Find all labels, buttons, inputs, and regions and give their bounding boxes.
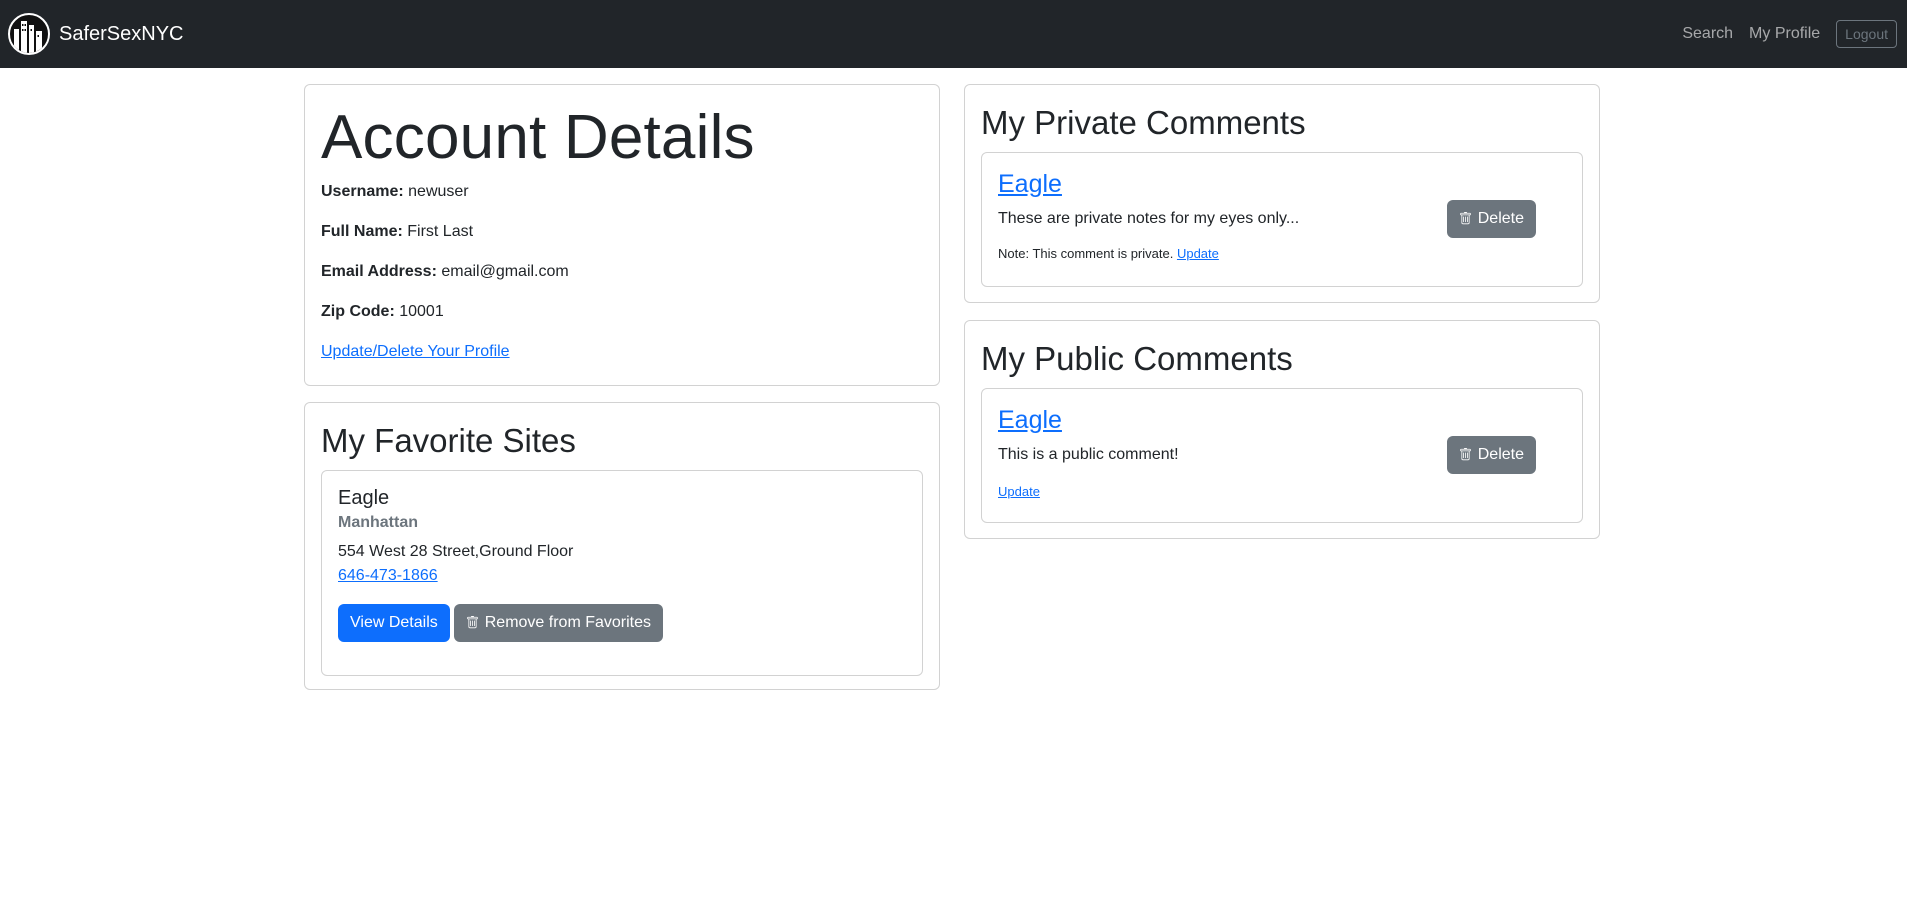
private-note-text: Note: This comment is private. <box>998 245 1174 261</box>
update-profile-link[interactable]: Update/Delete Your Profile <box>321 343 510 360</box>
brand[interactable]: SaferSexNYC <box>8 13 184 55</box>
private-comment-delete-button[interactable]: Delete <box>1446 199 1536 238</box>
private-comments-title: My Private Comments <box>981 104 1306 141</box>
private-delete-label: Delete <box>1477 209 1524 227</box>
private-comment-item: Eagle These are private notes for my eye… <box>981 151 1583 287</box>
public-comments-title: My Public Comments <box>981 340 1293 377</box>
city-skyline-logo-icon <box>8 13 50 55</box>
public-comments-card: My Public Comments Eagle This is a publi… <box>964 320 1600 539</box>
right-column: My Private Comments Eagle These are priv… <box>964 84 1600 539</box>
favorite-sites-title: My Favorite Sites <box>321 422 576 459</box>
trash-icon <box>466 616 478 629</box>
view-details-label: View Details <box>350 613 438 631</box>
email-label: Email Address: <box>321 263 437 281</box>
zip-label: Zip Code: <box>321 303 395 321</box>
username-value: newuser <box>408 183 469 201</box>
favorite-site-card: Eagle Manhattan 554 West 28 Street,Groun… <box>321 469 923 676</box>
fullname-value: First Last <box>407 223 474 241</box>
site-phone-link[interactable]: 646-473-1866 <box>338 567 438 584</box>
remove-favorite-label: Remove from Favorites <box>484 613 652 631</box>
public-comment-item: Eagle This is a public comment! Update D… <box>981 387 1583 523</box>
trash-icon <box>1459 212 1471 225</box>
public-comment-delete-button[interactable]: Delete <box>1446 435 1536 474</box>
public-comment-update-link[interactable]: Update <box>998 484 1040 499</box>
zip-row: Zip Code: 10001 <box>321 301 923 322</box>
username-row: Username: newuser <box>321 181 923 202</box>
fullname-label: Full Name: <box>321 223 403 241</box>
nav-profile-link[interactable]: My Profile <box>1749 25 1820 43</box>
site-address: 554 West 28 Street,Ground Floor <box>338 542 574 560</box>
logout-button[interactable]: Logout <box>1836 20 1897 48</box>
email-row: Email Address: email@gmail.com <box>321 261 923 282</box>
public-comment-site-link[interactable]: Eagle <box>998 406 1062 434</box>
private-comment-update-link[interactable]: Update <box>1177 246 1219 261</box>
site-borough: Manhattan <box>338 513 418 531</box>
public-delete-label: Delete <box>1477 445 1524 463</box>
remove-favorite-button[interactable]: Remove from Favorites <box>453 603 664 642</box>
account-details-card: Account Details Username: newuser Full N… <box>304 84 940 386</box>
nav-search-link[interactable]: Search <box>1682 25 1733 43</box>
brand-name: SaferSexNYC <box>59 22 184 45</box>
nav-links: Search My Profile Logout <box>1682 20 1897 48</box>
view-details-button[interactable]: View Details <box>338 603 450 642</box>
left-column: Account Details Username: newuser Full N… <box>304 84 940 690</box>
site-name: Eagle <box>338 486 390 509</box>
favorite-sites-card: My Favorite Sites Eagle Manhattan 554 We… <box>304 402 940 690</box>
email-value: email@gmail.com <box>441 263 569 281</box>
private-comment-site-link[interactable]: Eagle <box>998 170 1062 198</box>
username-label: Username: <box>321 183 404 201</box>
account-details-title: Account Details <box>321 103 755 172</box>
private-comments-card: My Private Comments Eagle These are priv… <box>964 84 1600 303</box>
fullname-row: Full Name: First Last <box>321 221 923 242</box>
private-comment-note: Note: This comment is private. Update <box>998 245 1566 263</box>
zip-value: 10001 <box>399 303 444 321</box>
trash-icon <box>1459 448 1471 461</box>
navbar: SaferSexNYC Search My Profile Logout <box>0 0 1907 68</box>
